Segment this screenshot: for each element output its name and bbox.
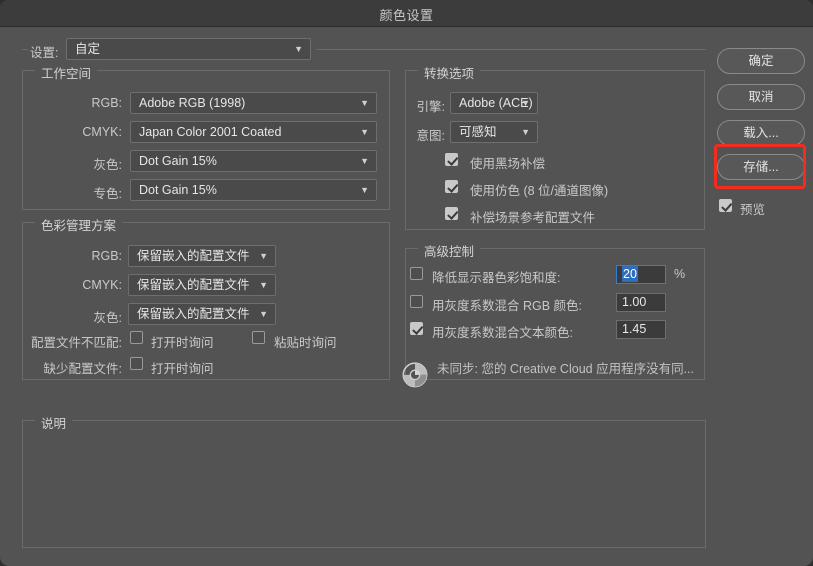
blend-rgb-gamma-input[interactable]: 1.00 — [616, 293, 666, 312]
policy-gray-select[interactable]: 保留嵌入的配置文件 ▼ — [128, 303, 276, 325]
preview-checkbox[interactable] — [719, 199, 732, 212]
black-point-compensation-label: 使用黑场补偿 — [470, 157, 546, 171]
profile-mismatch-ask-opening-label: 打开时询问 — [151, 336, 214, 350]
working-cmyk-select[interactable]: Japan Color 2001 Coated ▼ — [130, 121, 377, 143]
ok-button[interactable]: 确定 — [717, 48, 805, 74]
blend-text-gamma-label: 用灰度系数混合文本颜色: — [432, 326, 573, 340]
settings-row-divider-left — [22, 49, 28, 50]
compensate-scene-referred-checkbox[interactable] — [445, 207, 458, 220]
settings-label: 设置: — [30, 46, 59, 60]
blend-text-gamma-input[interactable]: 1.45 — [616, 320, 666, 339]
policy-cmyk-select[interactable]: 保留嵌入的配置文件 ▼ — [128, 274, 276, 296]
settings-row-divider — [316, 49, 706, 50]
settings-preset-select[interactable]: 自定 ▼ — [66, 38, 311, 60]
policy-rgb-label: RGB: — [91, 249, 122, 263]
working-rgb-value: Adobe RGB (1998) — [139, 96, 246, 110]
chevron-down-icon: ▼ — [360, 98, 369, 108]
cancel-button[interactable]: 取消 — [717, 84, 805, 110]
advanced-controls-title: 高级控制 — [418, 241, 481, 260]
chevron-down-icon: ▼ — [521, 98, 530, 108]
use-dither-checkbox[interactable] — [445, 180, 458, 193]
blend-rgb-gamma-checkbox[interactable] — [410, 295, 423, 308]
working-rgb-select[interactable]: Adobe RGB (1998) ▼ — [130, 92, 377, 114]
description-text — [31, 429, 697, 539]
profile-mismatch-ask-opening-checkbox[interactable] — [130, 331, 143, 344]
description-group: 说明 — [22, 413, 706, 548]
missing-profiles-ask-opening-checkbox[interactable] — [130, 357, 143, 370]
engine-select[interactable]: Adobe (ACE) ▼ — [450, 92, 538, 114]
desaturate-monitor-input[interactable]: 20 — [616, 265, 666, 284]
working-gray-label: 灰色: — [93, 158, 122, 172]
use-dither-label: 使用仿色 (8 位/通道图像) — [470, 184, 609, 198]
working-spaces-title: 工作空间 — [35, 63, 98, 82]
compensate-scene-referred-label: 补偿场景参考配置文件 — [470, 211, 596, 225]
cloud-sync-status-icon — [402, 362, 428, 388]
policy-gray-label: 灰色: — [93, 311, 122, 325]
save-button[interactable]: 存储... — [717, 154, 805, 180]
policy-cmyk-value: 保留嵌入的配置文件 — [137, 278, 250, 292]
missing-profiles-ask-opening-label: 打开时询问 — [151, 362, 214, 376]
desaturate-monitor-checkbox[interactable] — [410, 267, 423, 280]
working-spot-value: Dot Gain 15% — [139, 183, 217, 197]
policy-rgb-value: 保留嵌入的配置文件 — [137, 249, 250, 263]
working-gray-select[interactable]: Dot Gain 15% ▼ — [130, 150, 377, 172]
chevron-down-icon: ▼ — [521, 127, 530, 137]
chevron-down-icon: ▼ — [259, 309, 268, 319]
working-cmyk-value: Japan Color 2001 Coated — [139, 125, 282, 139]
blend-text-gamma-checkbox[interactable] — [410, 322, 423, 335]
conversion-options-title: 转换选项 — [418, 63, 481, 82]
color-management-policies-title: 色彩管理方案 — [35, 215, 123, 234]
blend-rgb-gamma-value: 1.00 — [622, 295, 647, 309]
profile-mismatch-label: 配置文件不匹配: — [31, 336, 122, 350]
chevron-down-icon: ▼ — [294, 44, 303, 54]
black-point-compensation-checkbox[interactable] — [445, 153, 458, 166]
profile-mismatch-ask-pasting-label: 粘贴时询问 — [274, 336, 337, 350]
working-spot-label: 专色: — [93, 187, 122, 201]
preview-label: 预览 — [740, 203, 766, 217]
missing-profiles-label: 缺少配置文件: — [43, 362, 122, 376]
blend-text-gamma-value: 1.45 — [622, 322, 647, 336]
intent-label: 意图: — [416, 129, 445, 143]
settings-preset-value: 自定 — [75, 42, 101, 56]
policy-gray-value: 保留嵌入的配置文件 — [137, 307, 250, 321]
profile-mismatch-ask-pasting-checkbox[interactable] — [252, 331, 265, 344]
blend-rgb-gamma-label: 用灰度系数混合 RGB 颜色: — [432, 299, 583, 313]
dialog-titlebar: 颜色设置 — [0, 0, 813, 27]
color-settings-dialog: 颜色设置 设置: 自定 ▼ 工作空间 RGB: Adobe RGB (1998)… — [0, 0, 813, 566]
desaturate-monitor-value: 20 — [622, 266, 638, 282]
desaturate-monitor-unit: % — [674, 267, 686, 281]
policy-cmyk-label: CMYK: — [82, 278, 122, 292]
intent-value: 可感知 — [459, 125, 497, 139]
intent-select[interactable]: 可感知 ▼ — [450, 121, 538, 143]
engine-label: 引擎: — [416, 100, 445, 114]
working-gray-value: Dot Gain 15% — [139, 154, 217, 168]
working-rgb-label: RGB: — [91, 96, 122, 110]
chevron-down-icon: ▼ — [360, 185, 369, 195]
policy-rgb-select[interactable]: 保留嵌入的配置文件 ▼ — [128, 245, 276, 267]
chevron-down-icon: ▼ — [259, 251, 268, 261]
desaturate-monitor-label: 降低显示器色彩饱和度: — [432, 271, 561, 285]
load-button[interactable]: 载入... — [717, 120, 805, 146]
chevron-down-icon: ▼ — [360, 156, 369, 166]
dialog-title: 颜色设置 — [379, 8, 434, 23]
sync-status-text: 未同步: 您的 Creative Cloud 应用程序没有同... — [437, 362, 694, 376]
working-cmyk-label: CMYK: — [82, 125, 122, 139]
chevron-down-icon: ▼ — [360, 127, 369, 137]
chevron-down-icon: ▼ — [259, 280, 268, 290]
working-spot-select[interactable]: Dot Gain 15% ▼ — [130, 179, 377, 201]
